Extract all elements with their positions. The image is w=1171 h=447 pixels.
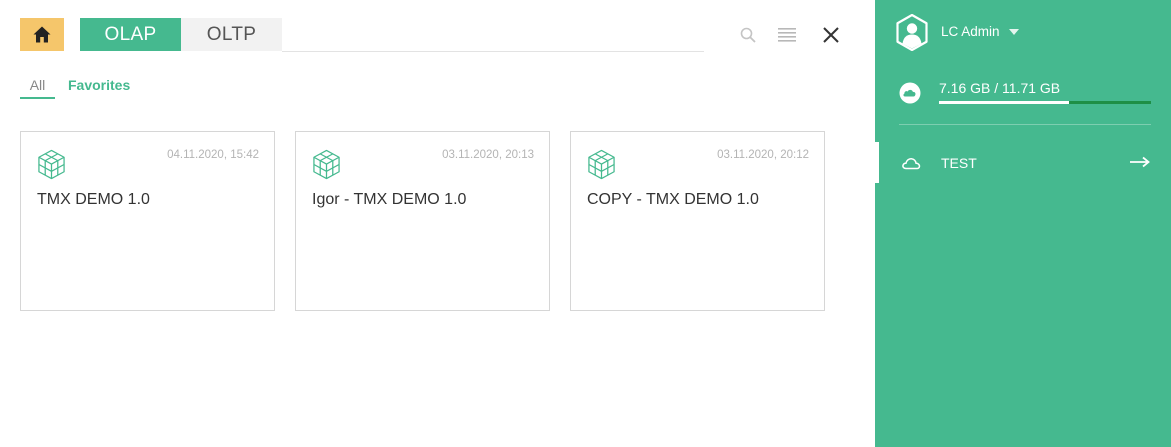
model-card[interactable]: 04.11.2020, 15:42 TMX DEMO 1.0	[20, 131, 275, 311]
filter-tabs: All Favorites	[20, 76, 130, 99]
user-name: LC Admin	[941, 24, 1000, 39]
filter-favorites-tab[interactable]: Favorites	[68, 76, 130, 99]
user-menu[interactable]: LC Admin	[941, 24, 1019, 39]
card-title: Igor - TMX DEMO 1.0	[312, 191, 467, 208]
tab-oltp[interactable]: OLTP	[181, 18, 282, 51]
card-date: 03.11.2020, 20:13	[442, 149, 534, 161]
search-icon[interactable]	[738, 25, 758, 45]
storage-usage-text: 7.16 GB / 11.71 GB	[939, 80, 1061, 96]
cube-icon	[38, 149, 65, 180]
card-title: TMX DEMO 1.0	[37, 191, 150, 208]
right-sidebar: LC Admin 7.16 GB / 11.71 GB TEST	[875, 0, 1171, 447]
list-icon[interactable]	[776, 25, 798, 45]
card-date: 03.11.2020, 20:12	[717, 149, 809, 161]
sidebar-item-test[interactable]: TEST	[875, 142, 1171, 183]
storage-usage-bar	[939, 101, 1151, 104]
filter-all-tab[interactable]: All	[20, 76, 55, 99]
active-item-marker	[875, 142, 879, 183]
mode-tabs: OLAP OLTP	[80, 18, 282, 51]
model-card[interactable]: 03.11.2020, 20:12 COPY - TMX DEMO 1.0	[570, 131, 825, 311]
arrow-right-icon[interactable]	[1129, 155, 1151, 169]
sidebar-item-label: TEST	[941, 155, 977, 171]
user-avatar-icon[interactable]	[896, 14, 928, 51]
cube-icon	[588, 149, 615, 180]
close-icon[interactable]	[819, 23, 843, 47]
home-button[interactable]	[20, 18, 64, 51]
chevron-down-icon	[1008, 28, 1019, 35]
card-title: COPY - TMX DEMO 1.0	[587, 191, 759, 208]
cloud-filled-icon	[899, 82, 921, 104]
cloud-outline-icon	[902, 157, 921, 170]
cube-icon	[313, 149, 340, 180]
card-date: 04.11.2020, 15:42	[167, 149, 259, 161]
model-card-list: 04.11.2020, 15:42 TMX DEMO 1.0 03.11.202…	[20, 131, 825, 311]
search-field-underline[interactable]	[282, 51, 704, 52]
model-card[interactable]: 03.11.2020, 20:13 Igor - TMX DEMO 1.0	[295, 131, 550, 311]
storage-usage-fill	[939, 101, 1069, 104]
home-icon	[33, 26, 51, 43]
tab-olap[interactable]: OLAP	[80, 18, 181, 51]
sidebar-divider	[899, 124, 1151, 125]
main-area: OLAP OLTP All Favorites 04.11.2020, 15:4…	[0, 0, 875, 447]
